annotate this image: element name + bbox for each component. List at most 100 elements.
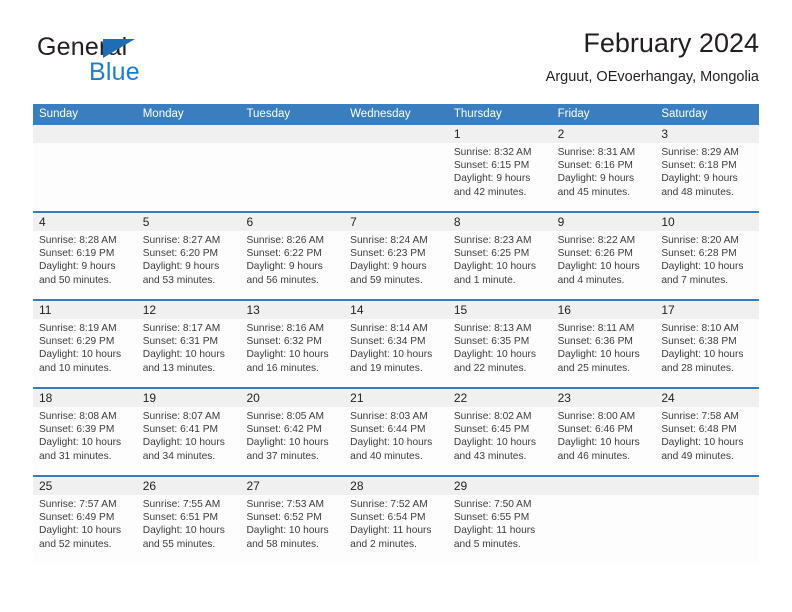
day-cell-9[interactable]: Sunrise: 8:22 AM Sunset: 6:26 PM Daylight:… — [552, 231, 656, 299]
day-info-line: Sunset: 6:22 PM — [246, 248, 322, 260]
day-info-line: and 37 minutes. — [246, 450, 319, 462]
day-number-26[interactable]: 26 — [137, 477, 241, 495]
day-number-22[interactable]: 22 — [448, 389, 552, 407]
day-cell-5[interactable]: Sunrise: 8:27 AM Sunset: 6:20 PM Daylight:… — [137, 231, 241, 299]
day-info-line: Sunset: 6:51 PM — [142, 512, 219, 524]
day-number-empty — [240, 125, 344, 143]
day-info-line: Sunrise: 8:05 AM — [246, 411, 325, 422]
day-info-line: Sunset: 6:16 PM — [557, 160, 633, 172]
day-info-line: Sunrise: 7:50 AM — [453, 499, 532, 510]
day-cell-empty — [344, 143, 448, 211]
brand-name-blue: Blue — [89, 58, 140, 86]
day-cell-14[interactable]: Sunrise: 8:14 AM Sunset: 6:34 PM Daylight:… — [344, 319, 448, 387]
day-info-line: Daylight: 9 hours — [350, 261, 427, 273]
day-info-line: Sunrise: 8:03 AM — [350, 411, 428, 422]
day-cell-29[interactable]: Sunrise: 7:50 AM Sunset: 6:55 PM Daylight:… — [448, 495, 552, 563]
day-info-line: and 59 minutes. — [350, 274, 423, 286]
day-cell-24[interactable]: Sunrise: 7:58 AM Sunset: 6:48 PM Daylight:… — [655, 407, 759, 475]
day-number-14[interactable]: 14 — [344, 301, 448, 319]
day-number-20[interactable]: 20 — [240, 389, 344, 407]
day-number-3[interactable]: 3 — [655, 125, 759, 143]
day-number-24[interactable]: 24 — [655, 389, 759, 407]
day-info-line: and 10 minutes. — [39, 362, 112, 374]
day-info-line: Sunrise: 8:26 AM — [246, 235, 325, 246]
day-number-10[interactable]: 10 — [655, 213, 759, 231]
day-info-line: Daylight: 10 hours — [557, 349, 640, 361]
day-info-line: Sunset: 6:35 PM — [453, 336, 530, 348]
day-cell-27[interactable]: Sunrise: 7:53 AM Sunset: 6:52 PM Daylight:… — [240, 495, 344, 563]
day-number-2[interactable]: 2 — [552, 125, 656, 143]
day-info-line: Sunrise: 8:22 AM — [557, 235, 636, 246]
day-info-line: Sunset: 6:49 PM — [39, 512, 115, 524]
day-number-15[interactable]: 15 — [448, 301, 552, 319]
day-number-11[interactable]: 11 — [33, 301, 137, 319]
day-number-17[interactable]: 17 — [655, 301, 759, 319]
day-number-6[interactable]: 6 — [240, 213, 344, 231]
day-cell-16[interactable]: Sunrise: 8:11 AM Sunset: 6:36 PM Daylight:… — [552, 319, 656, 387]
day-number-19[interactable]: 19 — [137, 389, 241, 407]
day-cell-23[interactable]: Sunrise: 8:00 AM Sunset: 6:46 PM Daylight:… — [552, 407, 656, 475]
day-cell-21[interactable]: Sunrise: 8:03 AM Sunset: 6:44 PM Daylight:… — [344, 407, 448, 475]
brand-logo[interactable]: General Blue — [33, 32, 293, 94]
day-number-8[interactable]: 8 — [448, 213, 552, 231]
day-cell-11[interactable]: Sunrise: 8:19 AM Sunset: 6:29 PM Daylight:… — [33, 319, 137, 387]
week-body: Sunrise: 7:57 AM Sunset: 6:49 PM Daylight:… — [33, 495, 759, 563]
day-info-line: Sunset: 6:34 PM — [350, 336, 426, 348]
day-info-line: Sunrise: 8:20 AM — [661, 235, 739, 246]
day-cell-19[interactable]: Sunrise: 8:07 AM Sunset: 6:41 PM Daylight:… — [137, 407, 241, 475]
day-cell-28[interactable]: Sunrise: 7:52 AM Sunset: 6:54 PM Daylight:… — [344, 495, 448, 563]
day-number-29[interactable]: 29 — [448, 477, 552, 495]
day-cell-13[interactable]: Sunrise: 8:16 AM Sunset: 6:32 PM Daylight:… — [240, 319, 344, 387]
day-info-line: Daylight: 10 hours — [142, 349, 225, 361]
week-body: Sunrise: 8:08 AM Sunset: 6:39 PM Daylight:… — [33, 407, 759, 475]
day-info-line: and 45 minutes. — [557, 186, 631, 198]
day-info-line: and 16 minutes. — [246, 362, 319, 374]
day-cell-1[interactable]: Sunrise: 8:32 AM Sunset: 6:15 PM Daylight:… — [448, 143, 552, 211]
day-number-empty — [655, 477, 759, 495]
day-number-27[interactable]: 27 — [240, 477, 344, 495]
day-cell-20[interactable]: Sunrise: 8:05 AM Sunset: 6:42 PM Daylight:… — [240, 407, 344, 475]
day-info-line: and 46 minutes. — [557, 450, 631, 462]
day-number-12[interactable]: 12 — [137, 301, 241, 319]
day-cell-3[interactable]: Sunrise: 8:29 AM Sunset: 6:18 PM Daylight:… — [655, 143, 759, 211]
day-info-line: and 1 minute. — [453, 274, 516, 286]
day-cell-26[interactable]: Sunrise: 7:55 AM Sunset: 6:51 PM Daylight:… — [137, 495, 241, 563]
day-cell-18[interactable]: Sunrise: 8:08 AM Sunset: 6:39 PM Daylight:… — [33, 407, 137, 475]
day-number-23[interactable]: 23 — [552, 389, 656, 407]
day-cell-8[interactable]: Sunrise: 8:23 AM Sunset: 6:25 PM Daylight:… — [448, 231, 552, 299]
day-number-25[interactable]: 25 — [33, 477, 137, 495]
day-cell-22[interactable]: Sunrise: 8:02 AM Sunset: 6:45 PM Daylight:… — [448, 407, 552, 475]
day-cell-2[interactable]: Sunrise: 8:31 AM Sunset: 6:16 PM Daylight:… — [552, 143, 656, 211]
blue-triangle-icon — [103, 39, 135, 58]
day-cell-7[interactable]: Sunrise: 8:24 AM Sunset: 6:23 PM Daylight:… — [344, 231, 448, 299]
day-number-4[interactable]: 4 — [33, 213, 137, 231]
day-info-line: Sunset: 6:44 PM — [350, 424, 426, 436]
day-number-28[interactable]: 28 — [344, 477, 448, 495]
day-cell-6[interactable]: Sunrise: 8:26 AM Sunset: 6:22 PM Daylight:… — [240, 231, 344, 299]
day-info-line: Sunrise: 8:00 AM — [557, 411, 636, 422]
day-number-13[interactable]: 13 — [240, 301, 344, 319]
day-info-line: and 4 minutes. — [557, 274, 625, 286]
day-number-18[interactable]: 18 — [33, 389, 137, 407]
day-info-line: Sunrise: 8:17 AM — [142, 323, 221, 334]
day-cell-12[interactable]: Sunrise: 8:17 AM Sunset: 6:31 PM Daylight:… — [137, 319, 241, 387]
day-cell-25[interactable]: Sunrise: 7:57 AM Sunset: 6:49 PM Daylight:… — [33, 495, 137, 563]
day-info-line: Sunset: 6:55 PM — [453, 512, 530, 524]
day-number-7[interactable]: 7 — [344, 213, 448, 231]
day-cell-15[interactable]: Sunrise: 8:13 AM Sunset: 6:35 PM Daylight:… — [448, 319, 552, 387]
day-number-21[interactable]: 21 — [344, 389, 448, 407]
day-number-16[interactable]: 16 — [552, 301, 656, 319]
day-number-1[interactable]: 1 — [448, 125, 552, 143]
day-cell-empty — [655, 495, 759, 563]
day-number-9[interactable]: 9 — [552, 213, 656, 231]
day-info-line: Daylight: 11 hours — [350, 525, 432, 537]
day-cell-10[interactable]: Sunrise: 8:20 AM Sunset: 6:28 PM Daylight:… — [655, 231, 759, 299]
day-info-line: Sunset: 6:20 PM — [142, 248, 219, 260]
day-number-empty — [137, 125, 241, 143]
day-cell-17[interactable]: Sunrise: 8:10 AM Sunset: 6:38 PM Daylight:… — [655, 319, 759, 387]
day-info-line: Sunrise: 8:02 AM — [453, 411, 532, 422]
day-cell-4[interactable]: Sunrise: 8:28 AM Sunset: 6:19 PM Daylight:… — [33, 231, 137, 299]
day-number-5[interactable]: 5 — [137, 213, 241, 231]
day-info-line: Daylight: 10 hours — [661, 437, 744, 449]
day-info-line: and 49 minutes. — [661, 450, 734, 462]
